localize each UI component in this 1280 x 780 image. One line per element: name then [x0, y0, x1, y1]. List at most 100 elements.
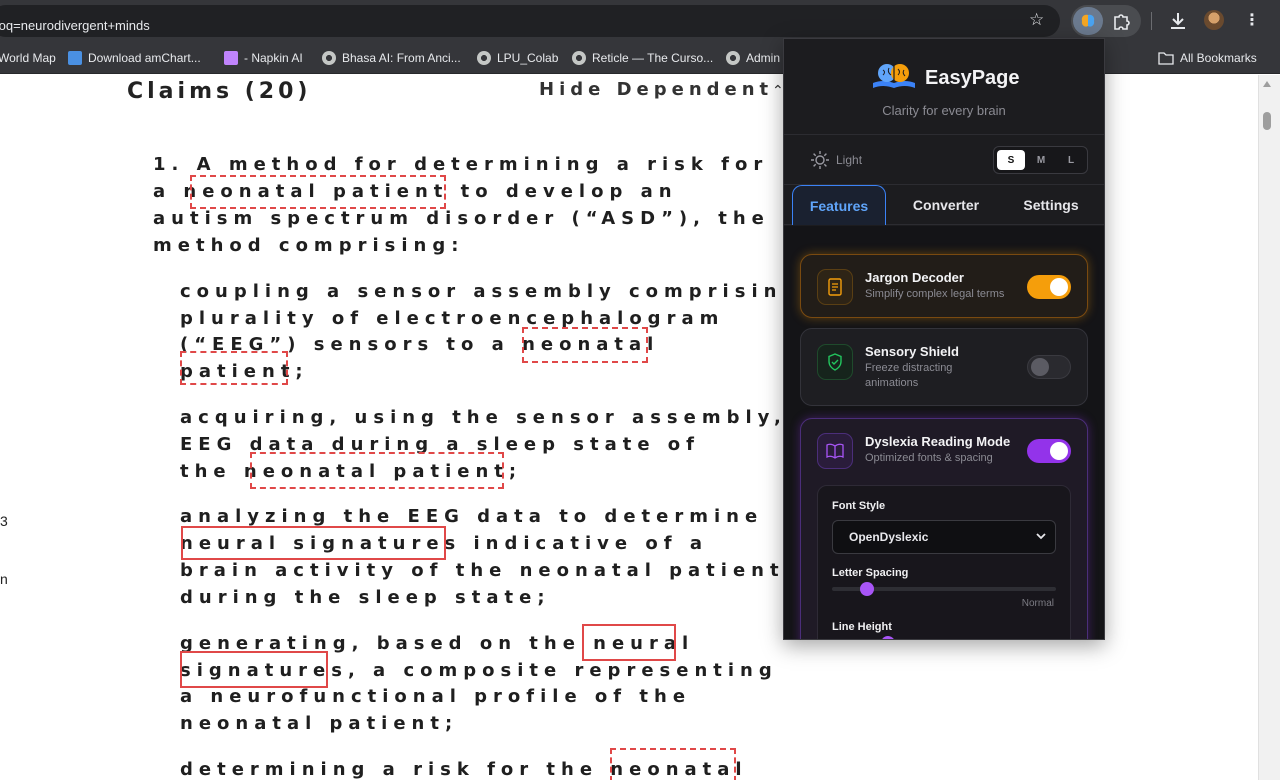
- folder-icon: [1158, 52, 1174, 65]
- size-medium-button[interactable]: M: [1027, 150, 1055, 170]
- chevron-down-icon: [1036, 533, 1046, 540]
- download-icon[interactable]: [1168, 10, 1188, 32]
- bookmark-item[interactable]: Bhasa AI: From Anci...: [322, 50, 461, 66]
- popup-tabs: Features Converter Settings: [784, 185, 1104, 225]
- bookmark-label: Bhasa AI: From Anci...: [342, 51, 461, 65]
- font-style-label: Font Style: [832, 500, 886, 512]
- jargon-highlight[interactable]: [522, 327, 648, 363]
- claim-line: acquiring, using the sensor assembly,: [180, 407, 787, 428]
- jargon-decoder-toggle[interactable]: [1027, 275, 1071, 299]
- bookmark-item[interactable]: World Map: [0, 50, 56, 66]
- globe-icon: [322, 51, 336, 65]
- jargon-highlight[interactable]: [190, 175, 446, 209]
- jargon-highlight[interactable]: [610, 748, 736, 780]
- theme-row: Light S M L: [784, 136, 1104, 185]
- jargon-highlight[interactable]: [250, 452, 504, 489]
- hide-dependent-toggle[interactable]: Hide Dependent: [539, 79, 773, 100]
- feature-subtitle: Simplify complex legal terms: [865, 288, 1005, 300]
- claim-line: during the sleep state;: [180, 587, 551, 608]
- bookmark-label: Reticle — The Curso...: [592, 51, 714, 65]
- popup-title: EasyPage: [925, 67, 1020, 89]
- browser-toolbar: &oq=neurodivergent+minds ☆ ⋮: [0, 0, 1280, 42]
- globe-icon: [477, 51, 491, 65]
- bookmark-label: - Napkin AI: [244, 51, 303, 65]
- claim-line: neonatal patient;: [180, 713, 459, 734]
- feature-title: Jargon Decoder: [865, 270, 964, 285]
- sensory-shield-toggle[interactable]: [1027, 355, 1071, 379]
- easypage-extension-icon[interactable]: [1073, 7, 1103, 35]
- all-bookmarks-label: All Bookmarks: [1180, 51, 1257, 65]
- text-size-selector: S M L: [993, 146, 1088, 174]
- bookmark-label: Admin: [746, 51, 781, 65]
- letter-spacing-value: Normal: [1021, 598, 1054, 609]
- jargon-decoder-card: Jargon Decoder Simplify complex legal te…: [800, 254, 1088, 318]
- claim-line: brain activity of the neonatal patient: [180, 560, 785, 581]
- popup-tagline: Clarity for every brain: [882, 103, 1006, 118]
- sun-icon[interactable]: [810, 150, 830, 170]
- feature-subtitle: Optimized fonts & spacing: [865, 452, 993, 464]
- line-height-label: Line Height: [832, 621, 892, 633]
- url-text[interactable]: &oq=neurodivergent+minds: [0, 18, 150, 33]
- book-icon: [817, 269, 853, 305]
- claim-line: method comprising:: [153, 235, 465, 256]
- dyslexia-mode-toggle[interactable]: [1027, 439, 1071, 463]
- size-small-button[interactable]: S: [997, 150, 1025, 170]
- bookmark-label: LPU_Colab: [497, 51, 559, 65]
- font-style-select[interactable]: OpenDyslexic: [832, 520, 1056, 554]
- scroll-thumb[interactable]: [1263, 112, 1271, 130]
- tab-settings[interactable]: Settings: [1006, 185, 1096, 225]
- line-height-thumb[interactable]: [881, 636, 895, 639]
- popup-header: EasyPage Clarity for every brain: [784, 39, 1104, 135]
- claim-line: 1. A method for determining a risk for: [153, 154, 769, 175]
- jargon-highlight[interactable]: [582, 624, 676, 661]
- brain-book-logo-icon: [873, 64, 915, 88]
- feature-title: Sensory Shield: [865, 344, 959, 359]
- shield-check-icon: [817, 344, 853, 380]
- sensory-shield-card: Sensory Shield Freeze distracting animat…: [800, 328, 1088, 406]
- tab-converter[interactable]: Converter: [894, 185, 998, 225]
- jargon-highlight[interactable]: [180, 351, 288, 385]
- feature-title: Dyslexia Reading Mode: [865, 434, 1011, 449]
- globe-icon: [572, 51, 586, 65]
- jargon-highlight[interactable]: [180, 651, 328, 688]
- bookmark-item[interactable]: Download amChart...: [68, 50, 201, 66]
- left-text-fragment: 3: [0, 513, 8, 529]
- all-bookmarks[interactable]: All Bookmarks: [1158, 50, 1257, 66]
- menu-kebab-icon[interactable]: ⋮: [1244, 10, 1260, 30]
- jargon-highlight[interactable]: [181, 526, 446, 560]
- claim-line: analyzing the EEG data to determine: [180, 506, 764, 527]
- scroll-up-icon[interactable]: [1263, 81, 1271, 87]
- globe-icon: [726, 51, 740, 65]
- theme-label[interactable]: Light: [836, 153, 862, 167]
- chevron-up-icon[interactable]: ⌃: [772, 83, 784, 99]
- claim-line: coupling a sensor assembly comprising: [180, 281, 802, 302]
- extensions-group: [1071, 5, 1141, 37]
- size-large-button[interactable]: L: [1057, 150, 1085, 170]
- bookmark-star-icon[interactable]: ☆: [1029, 10, 1044, 30]
- bookmark-label: Download amChart...: [88, 51, 201, 65]
- profile-avatar[interactable]: [1204, 10, 1224, 30]
- claim-line: a neurofunctional profile of the: [180, 686, 692, 707]
- letter-spacing-thumb[interactable]: [860, 582, 874, 596]
- claim-line: autism spectrum disorder (“ASD”), the: [153, 208, 770, 229]
- bookmark-item[interactable]: - Napkin AI: [224, 50, 303, 66]
- claim-line: plurality of electroencephalogram: [180, 308, 725, 329]
- font-style-value: OpenDyslexic: [849, 530, 929, 544]
- features-panel: Jargon Decoder Simplify complex legal te…: [784, 226, 1104, 639]
- dyslexia-settings-panel: Font Style OpenDyslexic Letter Spacing N…: [817, 485, 1071, 639]
- napkin-icon: [224, 51, 238, 65]
- address-bar[interactable]: &oq=neurodivergent+minds: [0, 5, 1060, 37]
- bookmark-item[interactable]: LPU_Colab: [477, 50, 558, 66]
- easypage-popup: EasyPage Clarity for every brain Light S…: [783, 38, 1105, 640]
- toolbar-divider: [1151, 12, 1152, 30]
- claims-heading: Claims (20): [127, 79, 312, 104]
- open-book-icon: [817, 433, 853, 469]
- bookmark-item[interactable]: Admin: [726, 50, 780, 66]
- letter-spacing-label: Letter Spacing: [832, 567, 909, 579]
- tab-features[interactable]: Features: [792, 185, 886, 225]
- puzzle-icon[interactable]: [1111, 10, 1133, 32]
- feature-subtitle: Freeze distracting animations: [865, 362, 953, 389]
- page-scrollbar[interactable]: [1258, 75, 1280, 780]
- bookmark-item[interactable]: Reticle — The Curso...: [572, 50, 713, 66]
- dyslexia-mode-card: Dyslexia Reading Mode Optimized fonts & …: [800, 418, 1088, 639]
